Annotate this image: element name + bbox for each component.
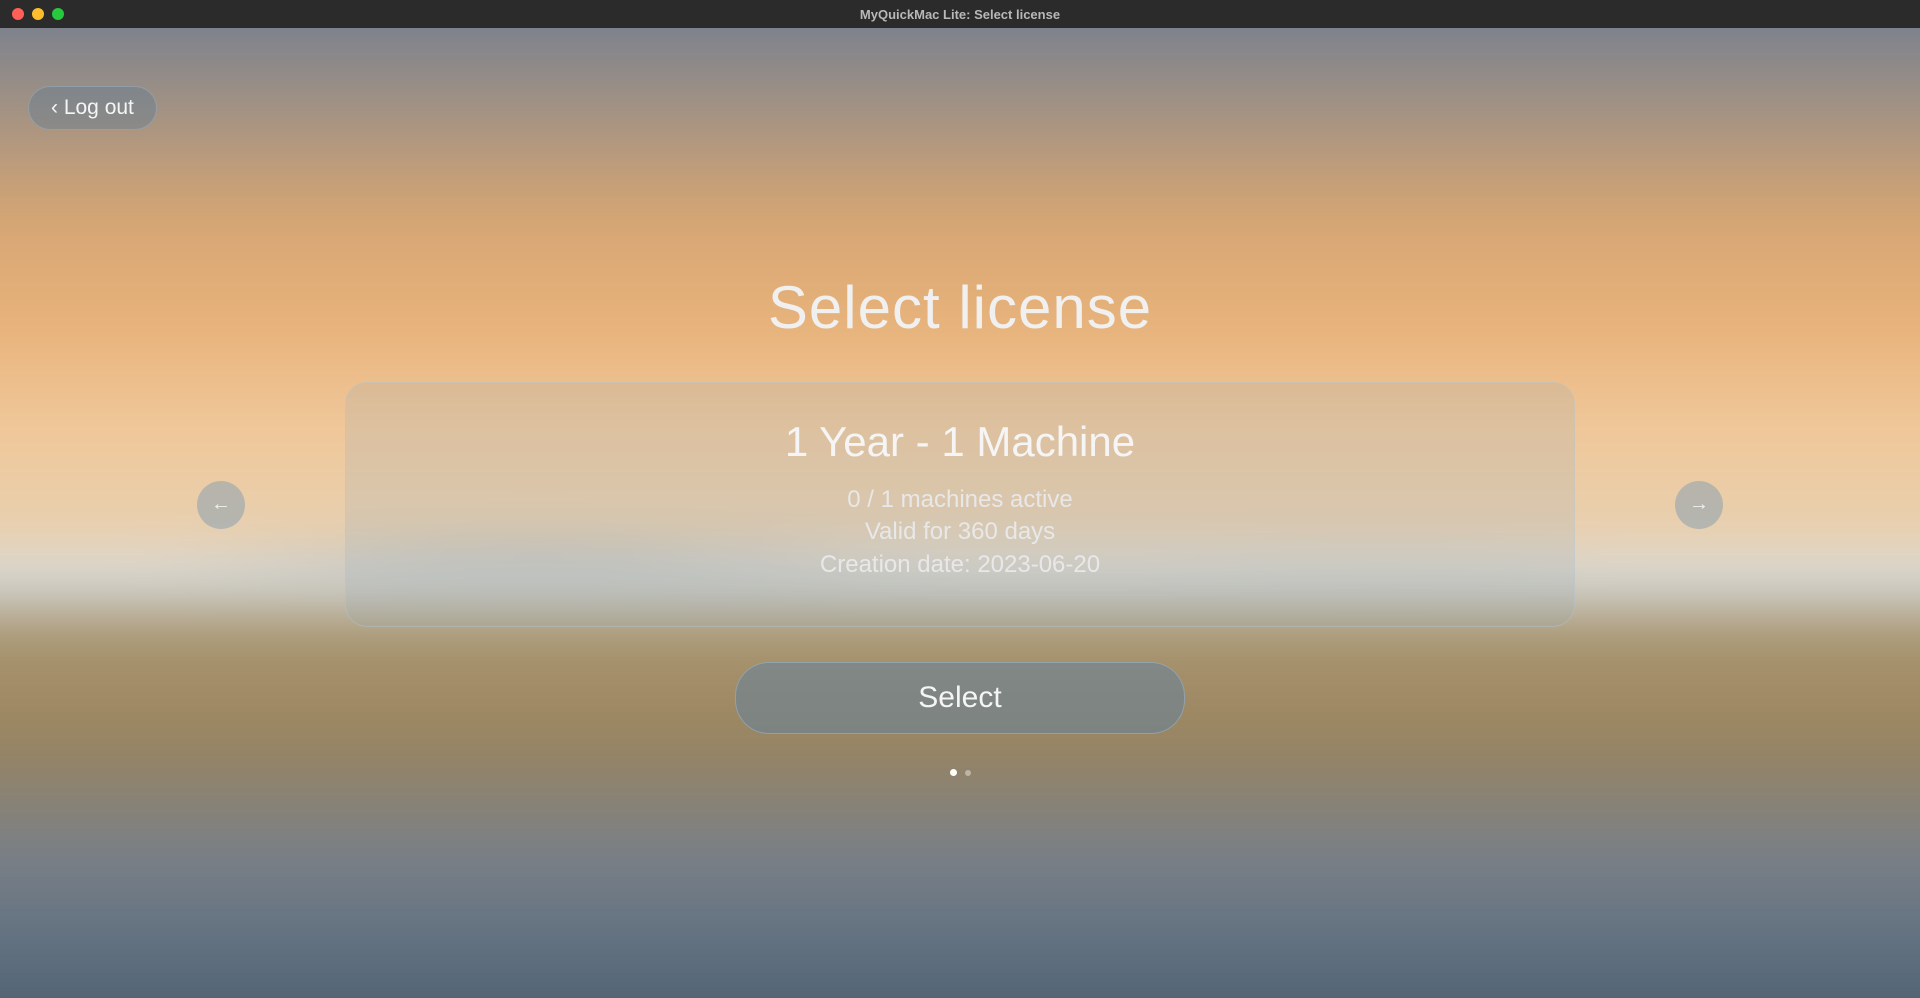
arrow-left-icon: ← bbox=[211, 493, 231, 516]
maximize-window-button[interactable] bbox=[52, 8, 64, 20]
minimize-window-button[interactable] bbox=[32, 8, 44, 20]
pagination-dot-active[interactable] bbox=[950, 769, 957, 776]
page-title: Select license bbox=[768, 273, 1152, 342]
logout-button[interactable]: ‹ Log out bbox=[28, 86, 157, 130]
license-machines-active: 0 / 1 machines active bbox=[386, 484, 1534, 516]
content-area: ‹ Log out Select license ← 1 Year - 1 Ma… bbox=[0, 28, 1920, 998]
window-title: MyQuickMac Lite: Select license bbox=[860, 7, 1060, 22]
pagination-dot[interactable] bbox=[965, 770, 971, 776]
overlay: ‹ Log out Select license ← 1 Year - 1 Ma… bbox=[0, 28, 1920, 998]
window-controls bbox=[0, 8, 64, 20]
title-bar: MyQuickMac Lite: Select license bbox=[0, 0, 1920, 28]
pagination-dots bbox=[950, 769, 971, 776]
logout-label: ‹ Log out bbox=[51, 96, 134, 120]
prev-license-button[interactable]: ← bbox=[197, 481, 245, 529]
arrow-right-icon: → bbox=[1689, 493, 1709, 516]
select-label: Select bbox=[918, 681, 1001, 714]
next-license-button[interactable]: → bbox=[1675, 481, 1723, 529]
license-valid-for: Valid for 360 days bbox=[386, 516, 1534, 548]
license-card: 1 Year - 1 Machine 0 / 1 machines active… bbox=[345, 382, 1575, 627]
license-carousel: ← 1 Year - 1 Machine 0 / 1 machines acti… bbox=[0, 382, 1920, 627]
license-name: 1 Year - 1 Machine bbox=[386, 418, 1534, 466]
close-window-button[interactable] bbox=[12, 8, 24, 20]
license-creation-date: Creation date: 2023-06-20 bbox=[386, 549, 1534, 581]
select-button[interactable]: Select bbox=[735, 662, 1185, 734]
